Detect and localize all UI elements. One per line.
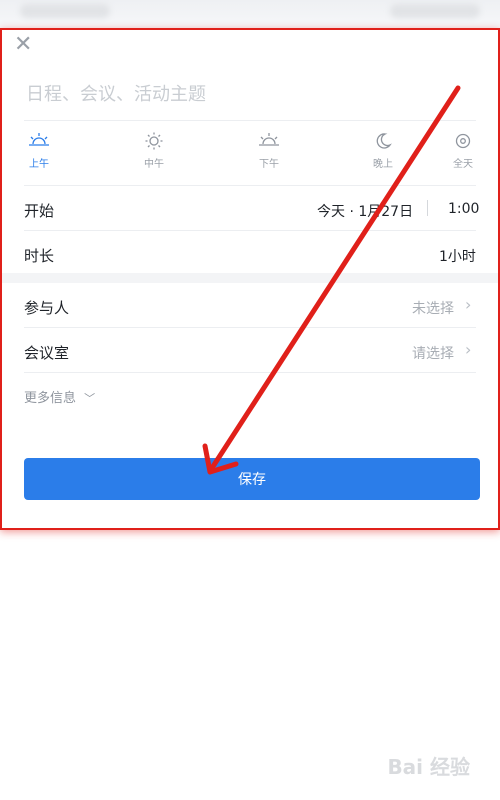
divider <box>24 120 476 121</box>
period-label: 晚上 <box>373 159 393 170</box>
start-label: 开始 <box>24 202 55 220</box>
start-time[interactable]: 1:00 <box>448 201 479 217</box>
divider <box>24 230 476 231</box>
period-afternoon[interactable]: 下午 <box>244 132 294 170</box>
period-all-day[interactable]: 全天 <box>438 132 488 170</box>
period-noon[interactable]: 中午 <box>129 132 179 170</box>
save-button[interactable]: 保存 <box>24 458 480 500</box>
period-label: 中午 <box>144 159 164 170</box>
all-day-icon <box>455 133 471 149</box>
divider <box>24 185 476 186</box>
sunrise-icon <box>29 133 49 146</box>
close-icon[interactable]: ✕ <box>14 34 32 56</box>
room-label: 会议室 <box>24 344 70 362</box>
chevron-right-icon: › <box>465 340 472 359</box>
period-label: 下午 <box>259 159 279 170</box>
duration-label: 时长 <box>24 247 55 265</box>
watermark: Bai 经验 <box>387 755 470 779</box>
title-input[interactable] <box>24 78 468 110</box>
section-gap <box>2 273 498 283</box>
participants-value[interactable]: 未选择 <box>412 298 454 318</box>
schedule-sheet: ✕ 上午 中午 <box>0 28 500 530</box>
duration-value[interactable]: 1小时 <box>439 246 476 266</box>
divider <box>24 327 476 328</box>
divider <box>427 200 428 216</box>
more-info-label: 更多信息 <box>24 391 77 406</box>
room-value[interactable]: 请选择 <box>412 343 454 363</box>
start-date[interactable]: 今天 · 1月27日 <box>317 201 413 221</box>
chevron-down-icon: ﹀ <box>84 392 96 405</box>
moon-icon <box>376 133 392 149</box>
period-evening[interactable]: 晚上 <box>358 132 408 170</box>
period-morning[interactable]: 上午 <box>14 132 64 170</box>
period-label: 全天 <box>453 159 473 170</box>
divider <box>24 372 476 373</box>
period-label: 上午 <box>29 159 49 170</box>
more-info-toggle[interactable]: 更多信息 ﹀ <box>24 387 95 406</box>
sun-icon <box>145 132 163 150</box>
sunset-icon <box>259 133 279 146</box>
participants-label: 参与人 <box>24 299 70 317</box>
chevron-right-icon: › <box>465 295 472 314</box>
blurred-background <box>0 0 500 30</box>
